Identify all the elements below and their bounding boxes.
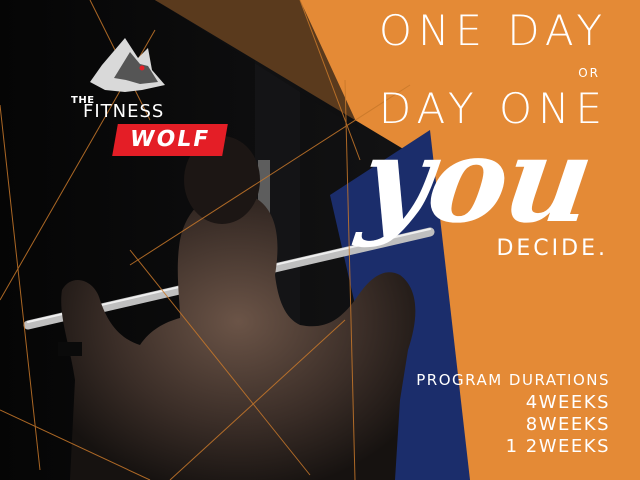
headline-you: you	[353, 110, 600, 249]
program-duration-item: 8WEEKS	[525, 414, 610, 435]
athlete-wristband	[58, 342, 82, 356]
poster: THE FITNESS WOLF ONE DAY OR DAY ONE you …	[0, 0, 640, 480]
headline-or: OR	[578, 66, 600, 80]
headline-decide: DECIDE.	[496, 236, 608, 261]
fitness-wolf-logo: THE FITNESS WOLF	[30, 30, 228, 156]
program-durations-title: PROGRAM DURATIONS	[416, 371, 610, 389]
program-duration-item: 4WEEKS	[525, 392, 610, 413]
logo-fitness-text: FITNESS	[83, 101, 165, 122]
logo-wolf-text: WOLF	[112, 124, 228, 156]
program-duration-item: 1 2WEEKS	[505, 436, 610, 457]
headline-one-day: ONE DAY	[378, 6, 608, 55]
